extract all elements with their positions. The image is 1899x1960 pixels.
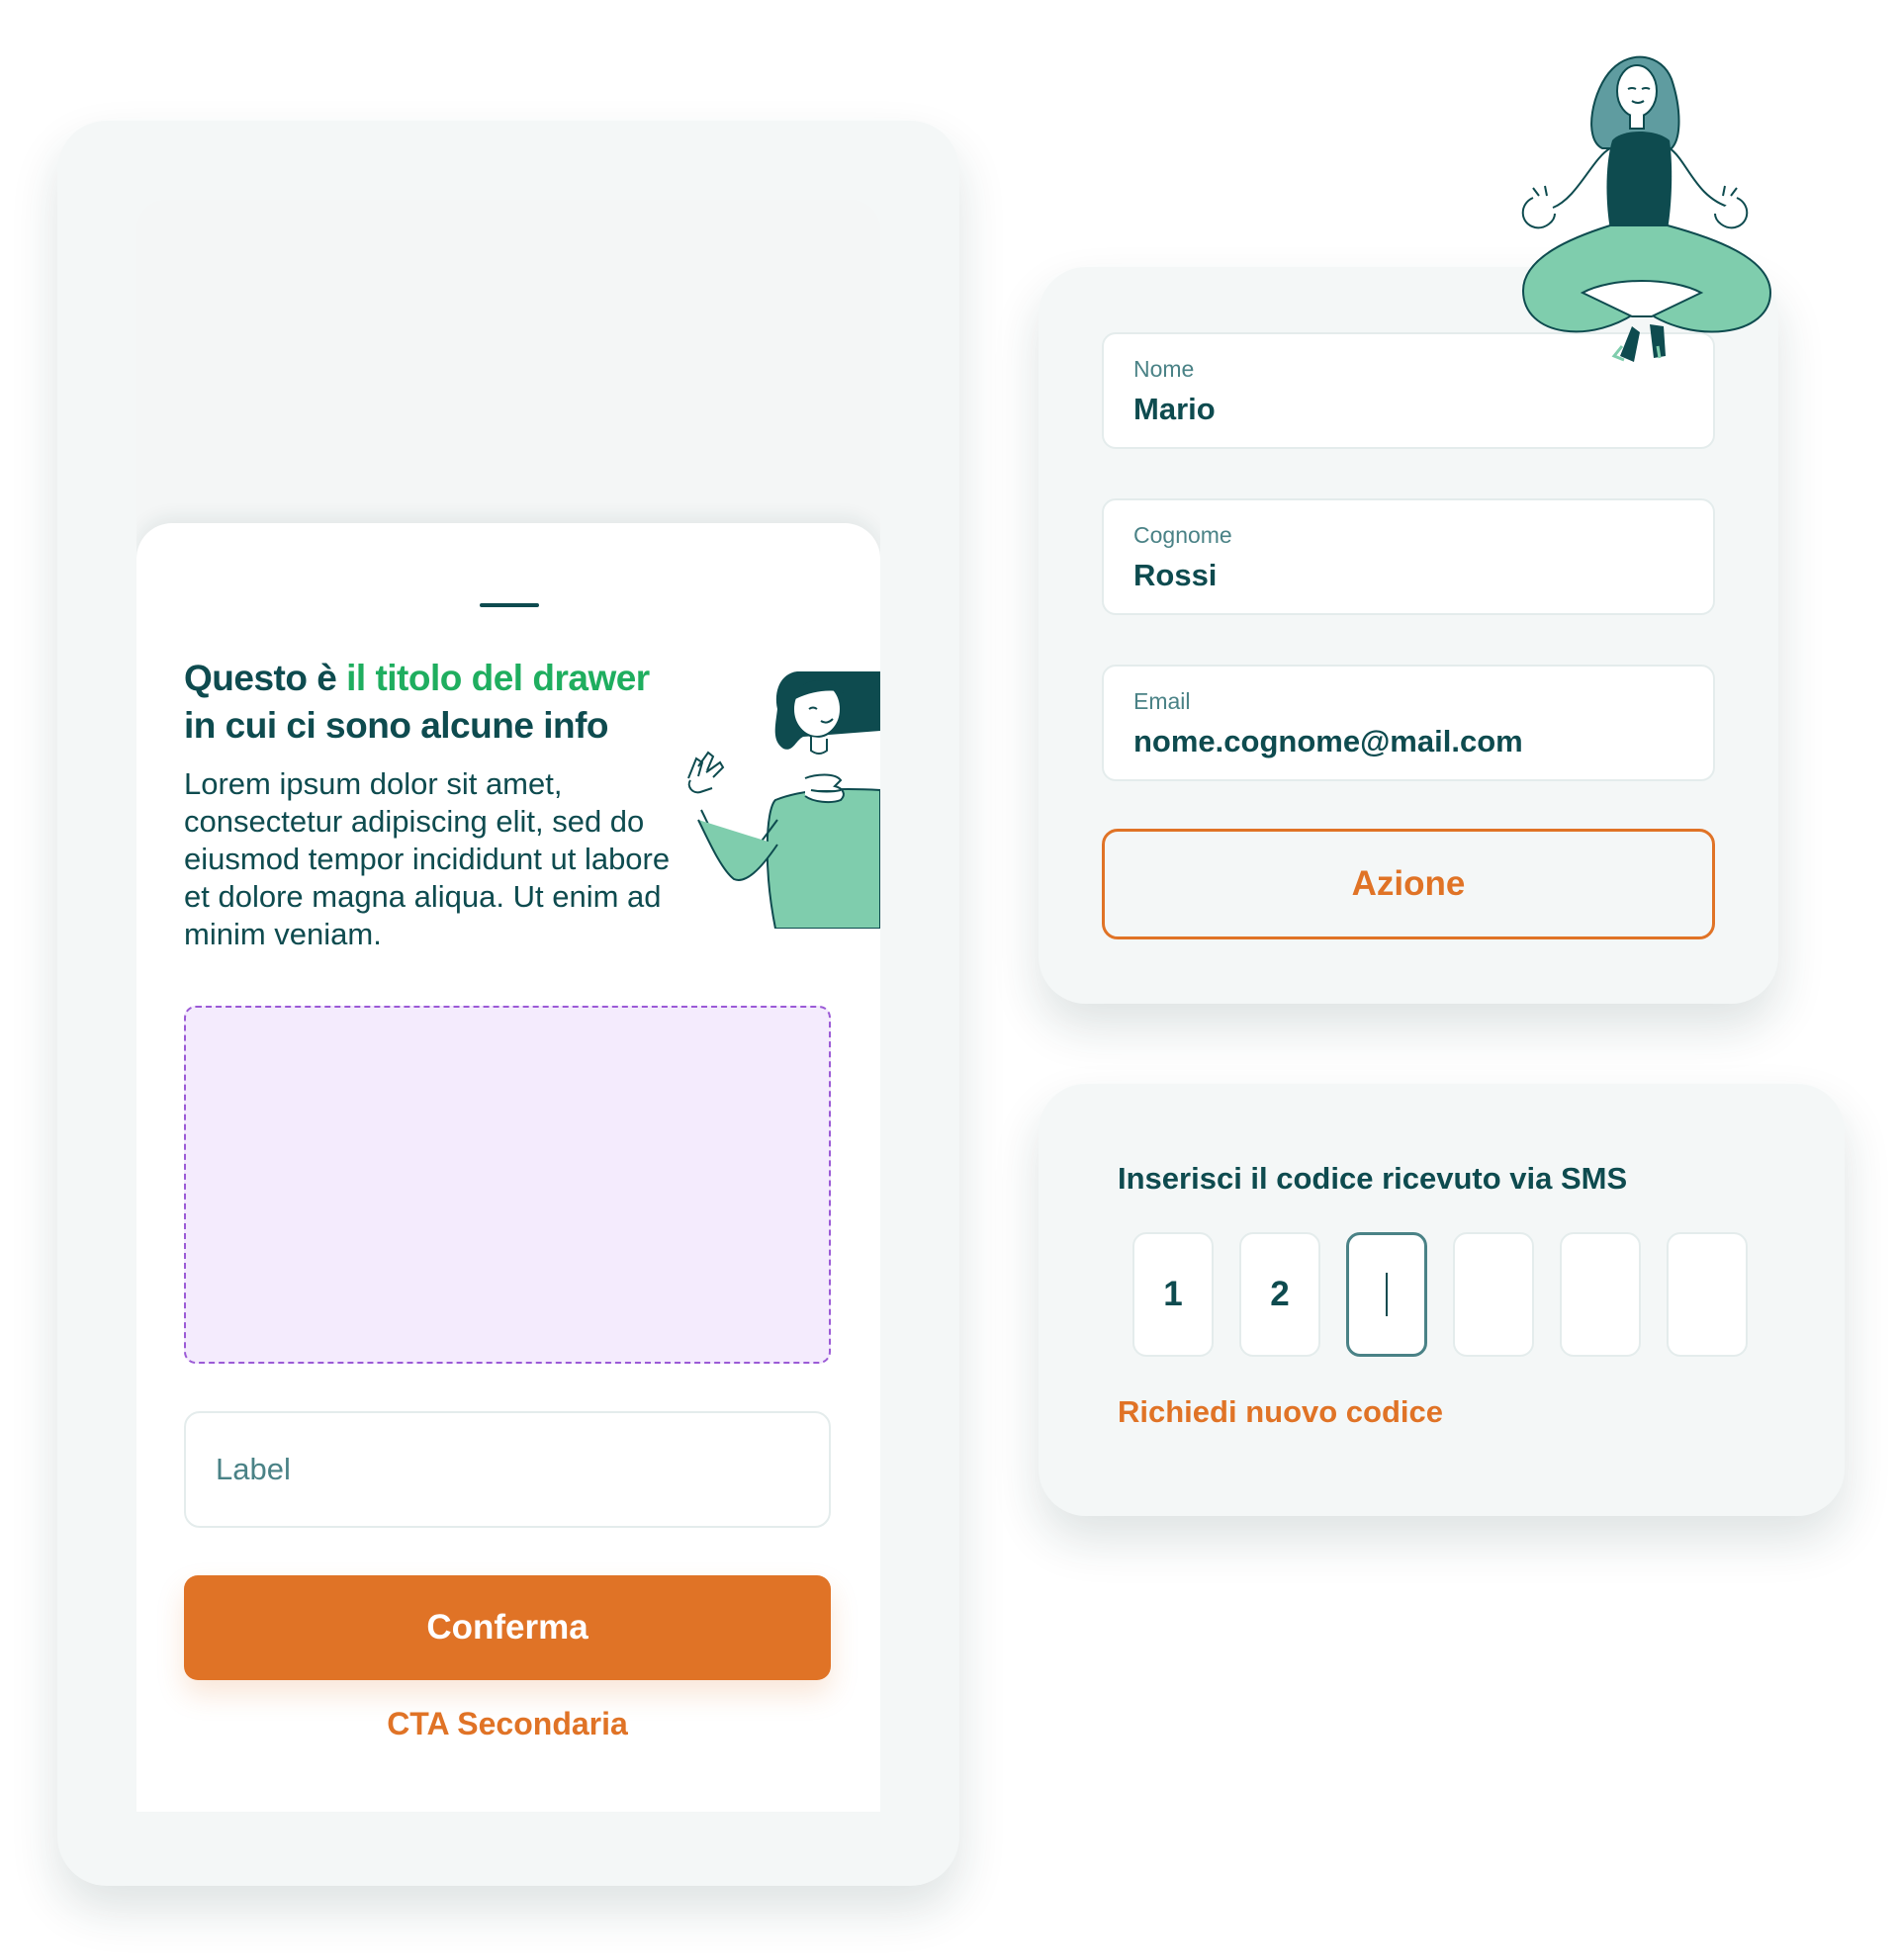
otp-digit-6[interactable] <box>1667 1232 1748 1357</box>
bottom-drawer: Questo è il titolo del drawer in cui ci s… <box>136 523 880 1812</box>
email-field-value: nome.cognome@mail.com <box>1133 724 1523 758</box>
resend-code-link[interactable]: Richiedi nuovo codice <box>1118 1394 1443 1430</box>
cognome-field-label: Cognome <box>1133 522 1232 548</box>
email-field-label: Email <box>1133 688 1191 714</box>
drawer-title-part2: in cui ci sono alcune info <box>184 705 609 746</box>
otp-digit-1[interactable]: 1 <box>1132 1232 1214 1357</box>
phone-screen: Questo è il titolo del drawer in cui ci s… <box>136 200 880 1812</box>
label-input[interactable]: Label <box>184 1411 831 1528</box>
otp-digit-5[interactable] <box>1560 1232 1641 1357</box>
drawer-title-highlight: il titolo del drawer <box>346 658 650 698</box>
otp-digit-3-active[interactable] <box>1346 1232 1427 1357</box>
content-slot-placeholder <box>184 1006 831 1364</box>
email-field[interactable]: Email nome.cognome@mail.com <box>1102 665 1715 781</box>
confirm-button[interactable]: Conferma <box>184 1575 831 1680</box>
meditating-woman-illustration <box>1521 55 1772 362</box>
otp-card: Inserisci il codice ricevuto via SMS 1 2… <box>1039 1084 1845 1516</box>
label-input-placeholder: Label <box>216 1452 291 1486</box>
drawer-body-text: Lorem ipsum dolor sit amet, consectetur … <box>184 766 671 951</box>
drawer-handle[interactable] <box>480 603 539 607</box>
otp-digit-2[interactable]: 2 <box>1239 1232 1320 1357</box>
action-button[interactable]: Azione <box>1102 829 1715 939</box>
text-cursor <box>1386 1273 1388 1316</box>
drawer-title: Questo è il titolo del drawer in cui ci s… <box>184 655 698 750</box>
otp-digit-4[interactable] <box>1453 1232 1534 1357</box>
otp-title: Inserisci il codice ricevuto via SMS <box>1118 1161 1628 1196</box>
cognome-field-value: Rossi <box>1133 558 1218 592</box>
phone-mockup: Questo è il titolo del drawer in cui ci s… <box>57 121 959 1886</box>
nome-field-label: Nome <box>1133 356 1195 382</box>
secondary-cta-link[interactable]: CTA Secondaria <box>184 1706 831 1742</box>
cognome-field[interactable]: Cognome Rossi <box>1102 498 1715 615</box>
woman-waving-illustration <box>687 671 880 929</box>
drawer-title-part1: Questo è <box>184 658 347 698</box>
nome-field-value: Mario <box>1133 392 1216 426</box>
